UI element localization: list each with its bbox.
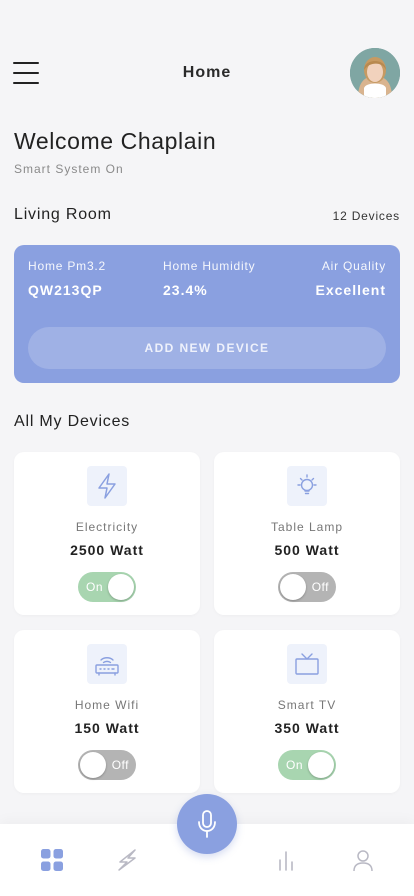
toggle-knob	[108, 574, 134, 600]
device-name: Home Wifi	[74, 698, 140, 712]
lightning-icon	[87, 466, 127, 506]
stat-value: 23.4%	[163, 282, 208, 298]
device-toggle[interactable]: Off	[278, 572, 336, 602]
device-card-table-lamp[interactable]: Table Lamp 500 Watt Off	[214, 452, 400, 615]
device-name: Smart TV	[277, 698, 337, 712]
all-devices-title: All My Devices	[14, 413, 131, 430]
lightbulb-icon	[287, 466, 327, 506]
toggle-knob	[280, 574, 306, 600]
stat-value: Excellent	[315, 282, 386, 298]
stat-humidity: Home Humidity 23.4%	[163, 259, 255, 298]
device-wattage: 500 Watt	[274, 542, 340, 558]
stat-label: Air Quality	[321, 259, 386, 273]
toggle-label: On	[286, 758, 304, 772]
toggle-knob	[80, 752, 106, 778]
device-name: Electricity	[75, 520, 139, 534]
tv-icon	[287, 644, 327, 684]
stat-label: Home Pm3.2	[28, 259, 107, 273]
app-header: Home	[0, 0, 414, 110]
welcome-title: Welcome Chaplain	[14, 128, 217, 154]
user-icon[interactable]	[351, 848, 375, 872]
stat-label: Home Humidity	[163, 259, 256, 273]
router-icon	[87, 644, 127, 684]
toggle-knob	[308, 752, 334, 778]
lightning-icon[interactable]	[115, 848, 139, 872]
toggle-label: Off	[111, 758, 129, 772]
device-wattage: 2500 Watt	[70, 542, 144, 558]
avatar-portrait	[350, 48, 400, 98]
device-name: Table Lamp	[270, 520, 344, 534]
device-wattage: 150 Watt	[74, 720, 140, 736]
device-toggle[interactable]: Off	[78, 750, 136, 780]
device-toggle[interactable]: On	[278, 750, 336, 780]
device-toggle[interactable]: On	[78, 572, 136, 602]
room-name: Living Room	[14, 206, 112, 223]
room-device-count: 12 Devices	[332, 209, 400, 223]
avatar[interactable]	[350, 48, 400, 98]
stat-air-quality: Air Quality Excellent	[316, 259, 386, 298]
welcome-subtitle: Smart System On	[14, 162, 124, 176]
device-card-electricity[interactable]: Electricity 2500 Watt On	[14, 452, 200, 615]
menu-line	[13, 82, 39, 84]
room-stats-card: Home Pm3.2 QW213QP Home Humidity 23.4% A…	[14, 245, 400, 383]
mic-icon	[198, 810, 216, 838]
microphone-button[interactable]	[177, 794, 237, 854]
add-new-device-button[interactable]: ADD NEW DEVICE	[28, 327, 386, 369]
grid-icon[interactable]	[40, 848, 64, 872]
device-card-smart-tv[interactable]: Smart TV 350 Watt On	[214, 630, 400, 793]
bar-chart-icon[interactable]	[274, 848, 298, 872]
device-wattage: 350 Watt	[274, 720, 340, 736]
device-card-home-wifi[interactable]: Home Wifi 150 Watt Off	[14, 630, 200, 793]
toggle-label: Off	[311, 580, 329, 594]
stat-value: QW213QP	[28, 282, 103, 298]
stat-pm: Home Pm3.2 QW213QP	[28, 259, 106, 298]
toggle-label: On	[86, 580, 104, 594]
